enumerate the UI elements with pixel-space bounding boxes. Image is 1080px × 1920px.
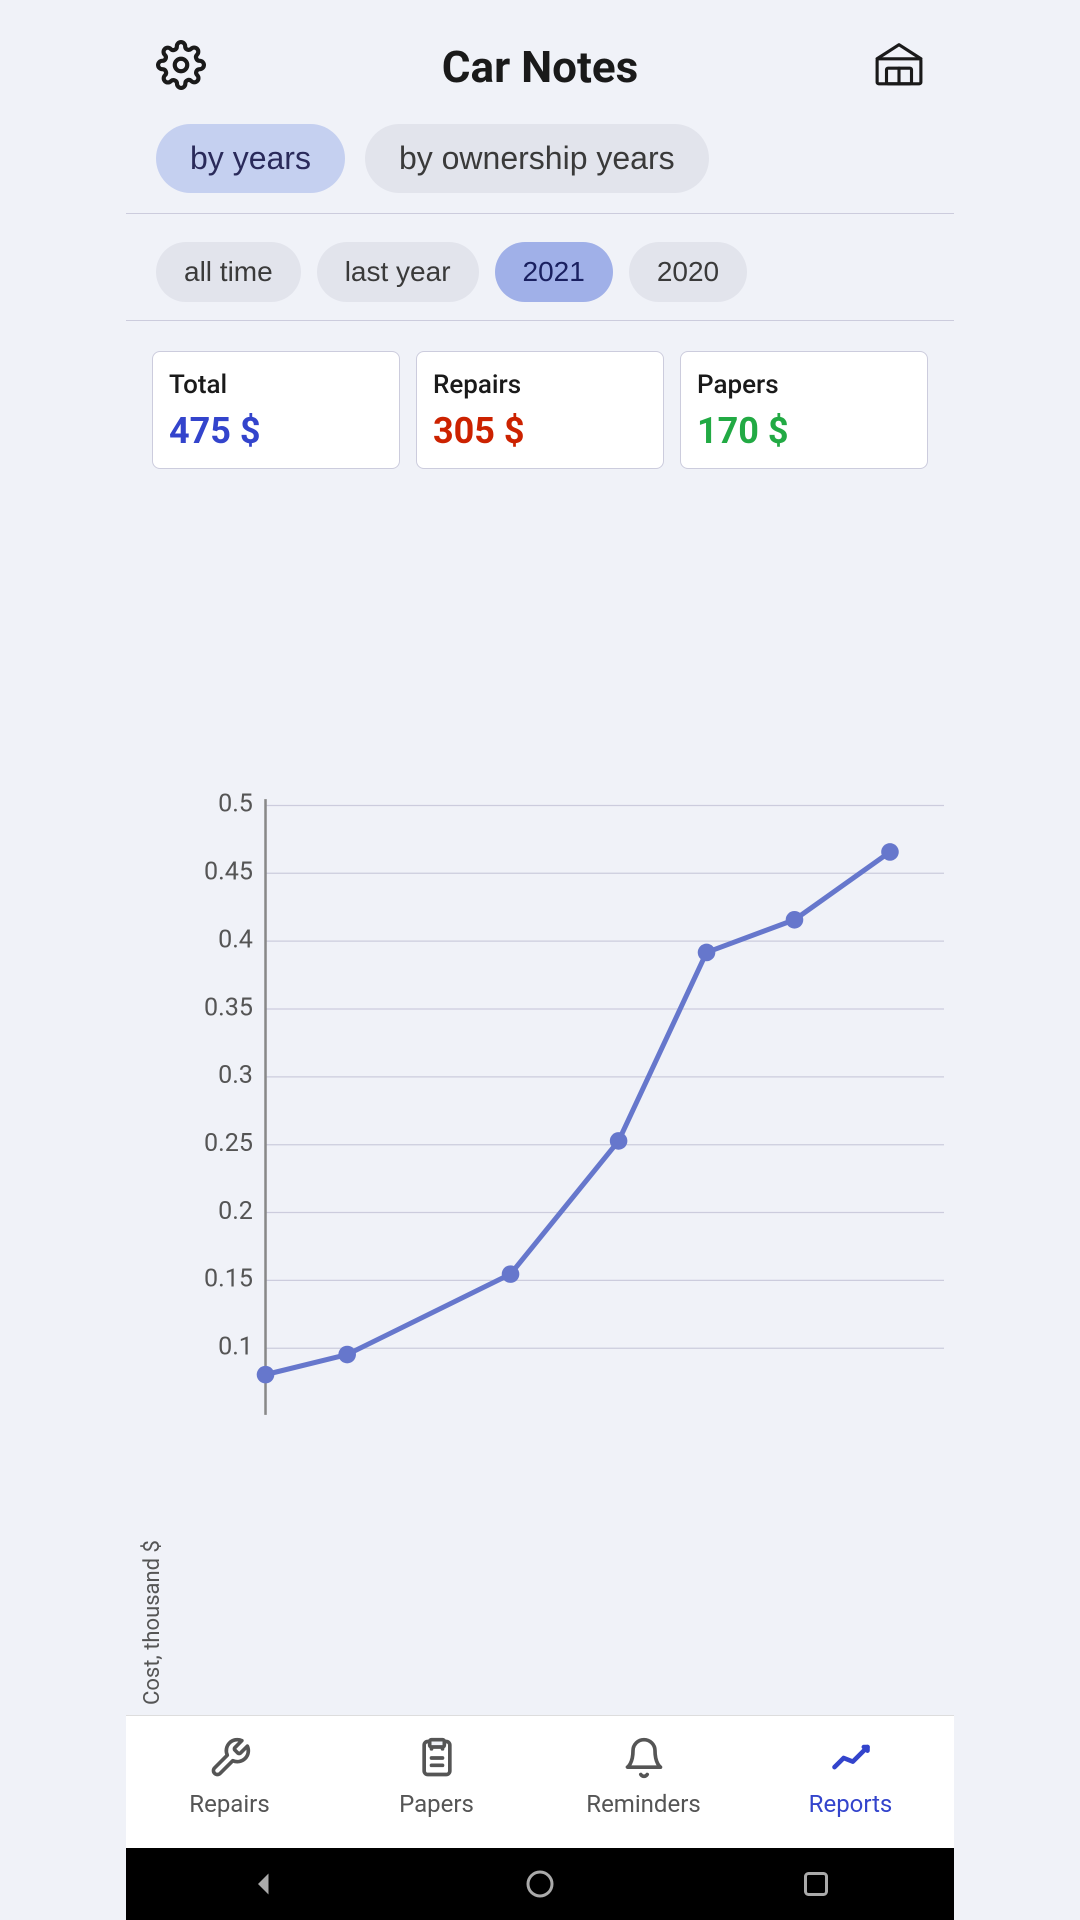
home-button[interactable]	[522, 1866, 558, 1902]
filter-2020[interactable]: 2020	[629, 242, 747, 302]
group-filter-row: by years by ownership years	[126, 114, 954, 213]
chart-line-icon	[829, 1736, 873, 1784]
svg-text:0.35: 0.35	[204, 993, 253, 1022]
car-garage-icon[interactable]	[874, 40, 924, 94]
chart-point	[881, 843, 899, 861]
card-total-label: Total	[169, 370, 383, 400]
divider-1	[126, 213, 954, 214]
svg-text:0.15: 0.15	[204, 1265, 253, 1294]
divider-2	[126, 320, 954, 321]
y-axis-label: Cost, thousand $	[136, 509, 165, 1705]
svg-text:0.45: 0.45	[204, 858, 253, 887]
chart-point	[338, 1346, 356, 1364]
chart-line	[266, 852, 890, 1375]
chart-area: Cost, thousand $ 0.5 0.45 0.4 0.35 0.3 0…	[126, 489, 954, 1715]
nav-repairs-label: Repairs	[189, 1790, 269, 1818]
card-total: Total 475 $	[152, 351, 400, 469]
android-nav-bar	[126, 1848, 954, 1920]
chart-point	[610, 1132, 628, 1150]
nav-repairs[interactable]: Repairs	[126, 1726, 333, 1828]
bottom-nav: Repairs Papers Reminders	[126, 1715, 954, 1848]
nav-papers[interactable]: Papers	[333, 1726, 540, 1828]
svg-text:0.1: 0.1	[218, 1333, 253, 1362]
nav-reminders[interactable]: Reminders	[540, 1726, 747, 1828]
header: Car Notes	[126, 0, 954, 114]
nav-reminders-label: Reminders	[586, 1790, 700, 1818]
nav-papers-label: Papers	[399, 1790, 474, 1818]
card-papers-label: Papers	[697, 370, 911, 400]
chart-point	[502, 1265, 520, 1283]
filter-by-years[interactable]: by years	[156, 124, 345, 193]
svg-text:0.3: 0.3	[218, 1061, 253, 1090]
svg-text:0.5: 0.5	[218, 790, 253, 819]
recents-button[interactable]	[798, 1866, 834, 1902]
card-repairs-value: 305 $	[433, 410, 647, 452]
card-papers: Papers 170 $	[680, 351, 928, 469]
line-chart: 0.5 0.45 0.4 0.35 0.3 0.25 0.2 0.15 0.1	[165, 509, 944, 1705]
page-title: Car Notes	[442, 41, 639, 93]
filter-all-time[interactable]: all time	[156, 242, 301, 302]
settings-icon[interactable]	[156, 40, 206, 94]
filter-2021[interactable]: 2021	[495, 242, 613, 302]
bell-icon	[622, 1736, 666, 1784]
svg-text:0.4: 0.4	[218, 925, 253, 954]
chart-point	[257, 1366, 275, 1384]
wrench-icon	[208, 1736, 252, 1784]
clipboard-icon	[415, 1736, 459, 1784]
chart-point	[786, 911, 804, 929]
card-repairs: Repairs 305 $	[416, 351, 664, 469]
card-total-value: 475 $	[169, 410, 383, 452]
filter-by-ownership-years[interactable]: by ownership years	[365, 124, 709, 193]
time-filter-row: all time last year 2021 2020	[126, 224, 954, 320]
nav-reports[interactable]: Reports	[747, 1726, 954, 1828]
card-papers-value: 170 $	[697, 410, 911, 452]
chart-point	[698, 944, 716, 962]
summary-cards: Total 475 $ Repairs 305 $ Papers 170 $	[126, 331, 954, 489]
nav-reports-label: Reports	[809, 1790, 893, 1818]
svg-text:0.25: 0.25	[204, 1129, 253, 1158]
back-button[interactable]	[246, 1866, 282, 1902]
filter-last-year[interactable]: last year	[317, 242, 479, 302]
chart-svg-wrapper: 0.5 0.45 0.4 0.35 0.3 0.25 0.2 0.15 0.1	[165, 509, 944, 1705]
chart-inner: 0.5 0.45 0.4 0.35 0.3 0.25 0.2 0.15 0.1	[165, 509, 944, 1705]
svg-text:0.2: 0.2	[218, 1197, 253, 1226]
card-repairs-label: Repairs	[433, 370, 647, 400]
